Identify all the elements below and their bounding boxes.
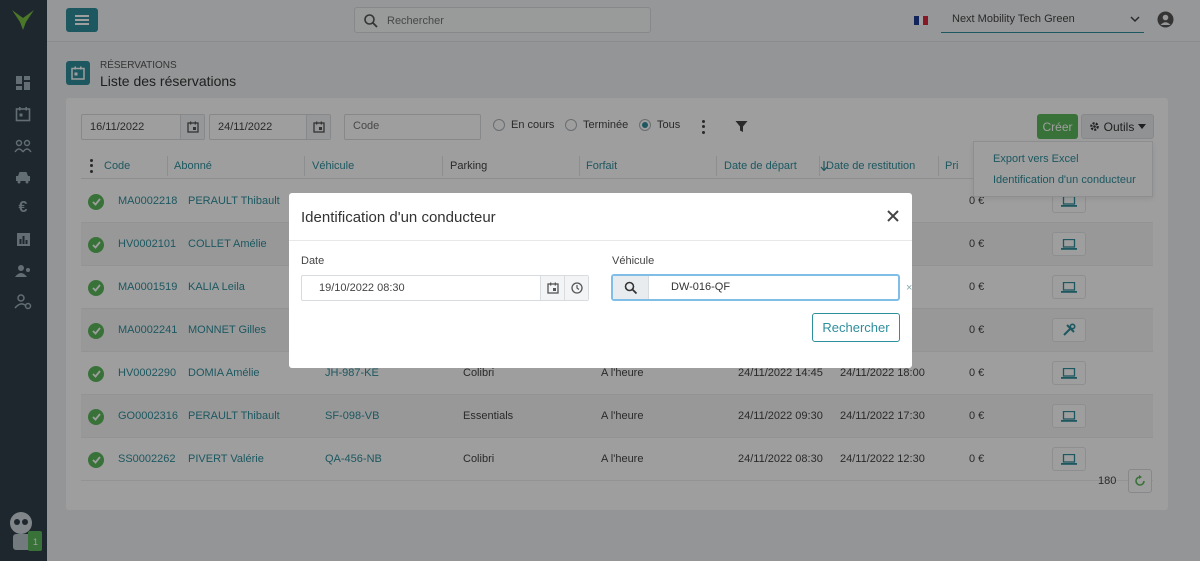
time-button[interactable]: [564, 276, 588, 300]
modal-title: Identification d'un conducteur: [301, 209, 496, 226]
calendar-button[interactable]: [540, 276, 564, 300]
close-icon[interactable]: [886, 209, 900, 223]
date-value: 19/10/2022 08:30: [319, 282, 405, 294]
vehicle-label: Véhicule: [612, 255, 655, 267]
clock-icon: [570, 282, 583, 294]
date-field[interactable]: 19/10/2022 08:30: [301, 275, 589, 301]
search-icon: [624, 281, 637, 294]
clear-vehicle-icon[interactable]: ×: [906, 282, 912, 294]
modal-divider: [289, 240, 912, 241]
vehicle-field[interactable]: DW-016-QF: [611, 274, 900, 301]
calendar-icon: [546, 282, 559, 294]
vehicle-search-button[interactable]: [613, 276, 649, 299]
date-label: Date: [301, 255, 325, 267]
identify-driver-modal: Identification d'un conducteur Date 19/1…: [289, 193, 912, 368]
vehicle-value: DW-016-QF: [671, 281, 731, 293]
search-button[interactable]: Rechercher: [812, 313, 900, 342]
